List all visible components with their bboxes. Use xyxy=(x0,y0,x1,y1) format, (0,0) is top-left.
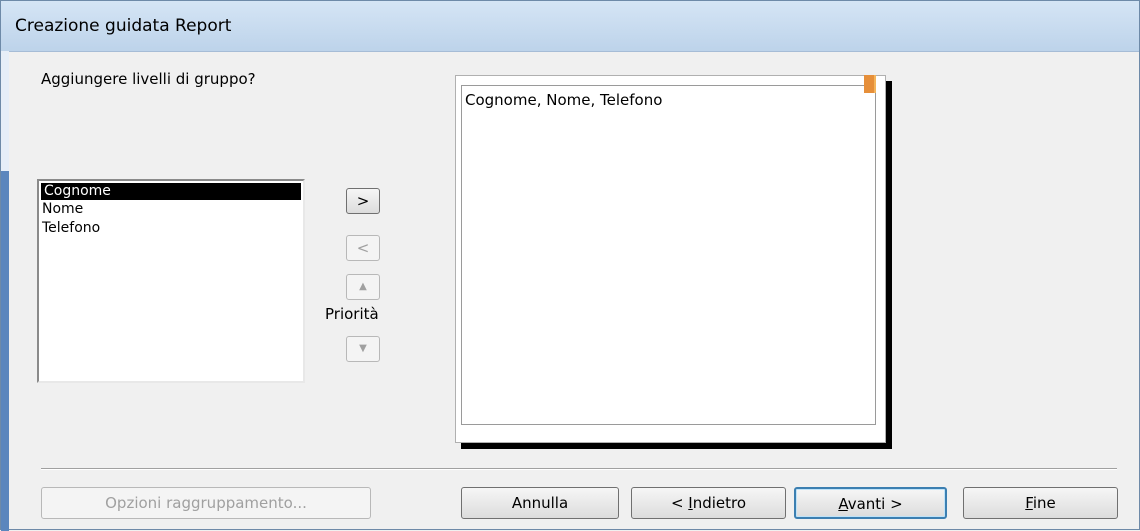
preview-corner-marker xyxy=(864,75,876,93)
cancel-label: Annulla xyxy=(511,494,569,512)
cancel-button[interactable]: Annulla xyxy=(461,487,619,519)
available-fields-list[interactable]: Cognome Nome Telefono xyxy=(37,179,305,383)
window-title: Creazione guidata Report xyxy=(15,16,232,36)
preview-group-box: Cognome, Nome, Telefono xyxy=(461,85,876,425)
window-left-edge xyxy=(1,171,9,531)
preview-fields-text: Cognome, Nome, Telefono xyxy=(465,91,663,109)
arrow-up-icon: ▲ xyxy=(359,281,367,292)
list-item-nome[interactable]: Nome xyxy=(39,200,303,219)
arrow-down-icon: ▼ xyxy=(359,343,367,354)
next-label-rest: vanti > xyxy=(847,495,903,513)
finish-label-accesskey: F xyxy=(1025,494,1033,512)
finish-button[interactable]: Fine xyxy=(963,487,1118,519)
grouping-options-label: Opzioni raggruppamento... xyxy=(105,494,307,512)
remove-group-level-button[interactable]: < xyxy=(346,235,380,261)
title-bar[interactable]: Creazione guidata Report xyxy=(1,1,1139,52)
priority-label: Priorità xyxy=(325,305,379,323)
grouping-preview: Cognome, Nome, Telefono xyxy=(455,75,886,443)
priority-up-button[interactable]: ▲ xyxy=(346,274,380,300)
back-label-prefix: < xyxy=(670,494,689,512)
next-label-accesskey: A xyxy=(838,495,848,513)
footer-separator xyxy=(41,468,1117,470)
list-item-telefono[interactable]: Telefono xyxy=(39,219,303,238)
finish-label-rest: ine xyxy=(1032,494,1056,512)
list-item-cognome[interactable]: Cognome xyxy=(40,182,302,201)
next-button[interactable]: Avanti > xyxy=(794,487,947,519)
grouping-options-button[interactable]: Opzioni raggruppamento... xyxy=(41,487,371,519)
wizard-question: Aggiungere livelli di gruppo? xyxy=(41,70,256,88)
priority-down-button[interactable]: ▼ xyxy=(346,336,380,362)
back-label-rest: ndietro xyxy=(692,494,747,512)
report-wizard-window: Creazione guidata Report Aggiungere live… xyxy=(0,0,1140,531)
back-button[interactable]: < Indietro xyxy=(631,487,786,519)
window-left-edge-top xyxy=(1,51,9,171)
add-group-level-button[interactable]: > xyxy=(346,188,380,214)
